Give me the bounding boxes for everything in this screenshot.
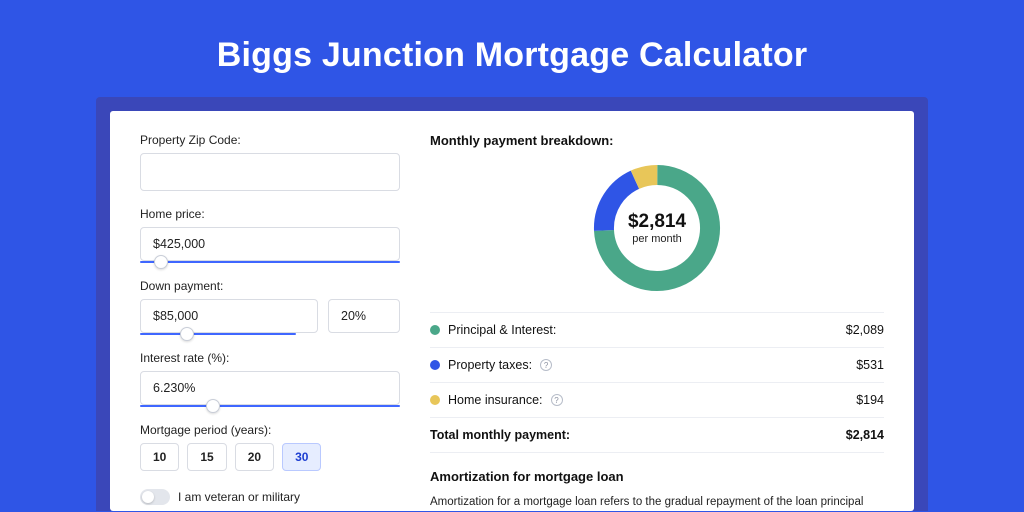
price-field: Home price: — [140, 207, 400, 263]
veteran-toggle[interactable] — [140, 489, 170, 505]
legend-label-taxes: Property taxes: — [448, 358, 532, 372]
donut-wrap: $2,814 per month — [430, 158, 884, 298]
period-option-10[interactable]: 10 — [140, 443, 179, 471]
down-slider[interactable] — [140, 333, 296, 335]
price-slider[interactable] — [140, 261, 400, 263]
legend-label-insurance: Home insurance: — [448, 393, 543, 407]
donut-center-amount: $2,814 — [628, 211, 686, 233]
rate-slider-thumb[interactable] — [206, 399, 220, 413]
legend-dot-principal — [430, 325, 440, 335]
veteran-row: I am veteran or military — [140, 489, 400, 505]
down-slider-thumb[interactable] — [180, 327, 194, 341]
rate-label: Interest rate (%): — [140, 351, 400, 365]
price-slider-thumb[interactable] — [154, 255, 168, 269]
legend-row-taxes: Property taxes: ? $531 — [430, 348, 884, 383]
legend-value-total: $2,814 — [846, 428, 884, 442]
form-column: Property Zip Code: Home price: Down paym… — [140, 133, 400, 511]
rate-field: Interest rate (%): — [140, 351, 400, 407]
period-options: 10 15 20 30 — [140, 443, 400, 471]
veteran-label: I am veteran or military — [178, 490, 300, 504]
legend-label-total: Total monthly payment: — [430, 428, 570, 442]
legend-dot-taxes — [430, 360, 440, 370]
legend-row-total: Total monthly payment: $2,814 — [430, 418, 884, 453]
period-option-15[interactable]: 15 — [187, 443, 226, 471]
price-input[interactable] — [140, 227, 400, 261]
down-input[interactable] — [140, 299, 318, 333]
legend-value-principal: $2,089 — [846, 323, 884, 337]
amortization-title: Amortization for mortgage loan — [430, 469, 884, 484]
amortization-body: Amortization for a mortgage loan refers … — [430, 494, 884, 511]
donut-center: $2,814 per month — [587, 158, 727, 298]
legend-value-taxes: $531 — [856, 358, 884, 372]
period-option-30[interactable]: 30 — [282, 443, 321, 471]
zip-label: Property Zip Code: — [140, 133, 400, 147]
legend-dot-insurance — [430, 395, 440, 405]
down-pct-input[interactable] — [328, 299, 400, 333]
rate-slider[interactable] — [140, 405, 400, 407]
legend: Principal & Interest: $2,089 Property ta… — [430, 312, 884, 453]
legend-value-insurance: $194 — [856, 393, 884, 407]
legend-label-principal: Principal & Interest: — [448, 323, 556, 337]
rate-input[interactable] — [140, 371, 400, 405]
period-label: Mortgage period (years): — [140, 423, 400, 437]
legend-row-insurance: Home insurance: ? $194 — [430, 383, 884, 418]
price-label: Home price: — [140, 207, 400, 221]
info-icon[interactable]: ? — [540, 359, 552, 371]
zip-input[interactable] — [140, 153, 400, 191]
period-option-20[interactable]: 20 — [235, 443, 274, 471]
down-field: Down payment: — [140, 279, 400, 335]
breakdown-title: Monthly payment breakdown: — [430, 133, 884, 148]
page-title: Biggs Junction Mortgage Calculator — [0, 0, 1024, 97]
calculator-frame-pad: Property Zip Code: Home price: Down paym… — [96, 97, 928, 511]
legend-row-principal: Principal & Interest: $2,089 — [430, 313, 884, 348]
calculator-card: Property Zip Code: Home price: Down paym… — [110, 111, 914, 511]
zip-field: Property Zip Code: — [140, 133, 400, 191]
amortization-section: Amortization for mortgage loan Amortizat… — [430, 469, 884, 511]
info-icon[interactable]: ? — [551, 394, 563, 406]
period-field: Mortgage period (years): 10 15 20 30 — [140, 423, 400, 471]
payment-donut-chart: $2,814 per month — [587, 158, 727, 298]
down-label: Down payment: — [140, 279, 400, 293]
breakdown-column: Monthly payment breakdown: $2,814 per mo… — [400, 133, 884, 511]
donut-center-sub: per month — [632, 233, 682, 245]
